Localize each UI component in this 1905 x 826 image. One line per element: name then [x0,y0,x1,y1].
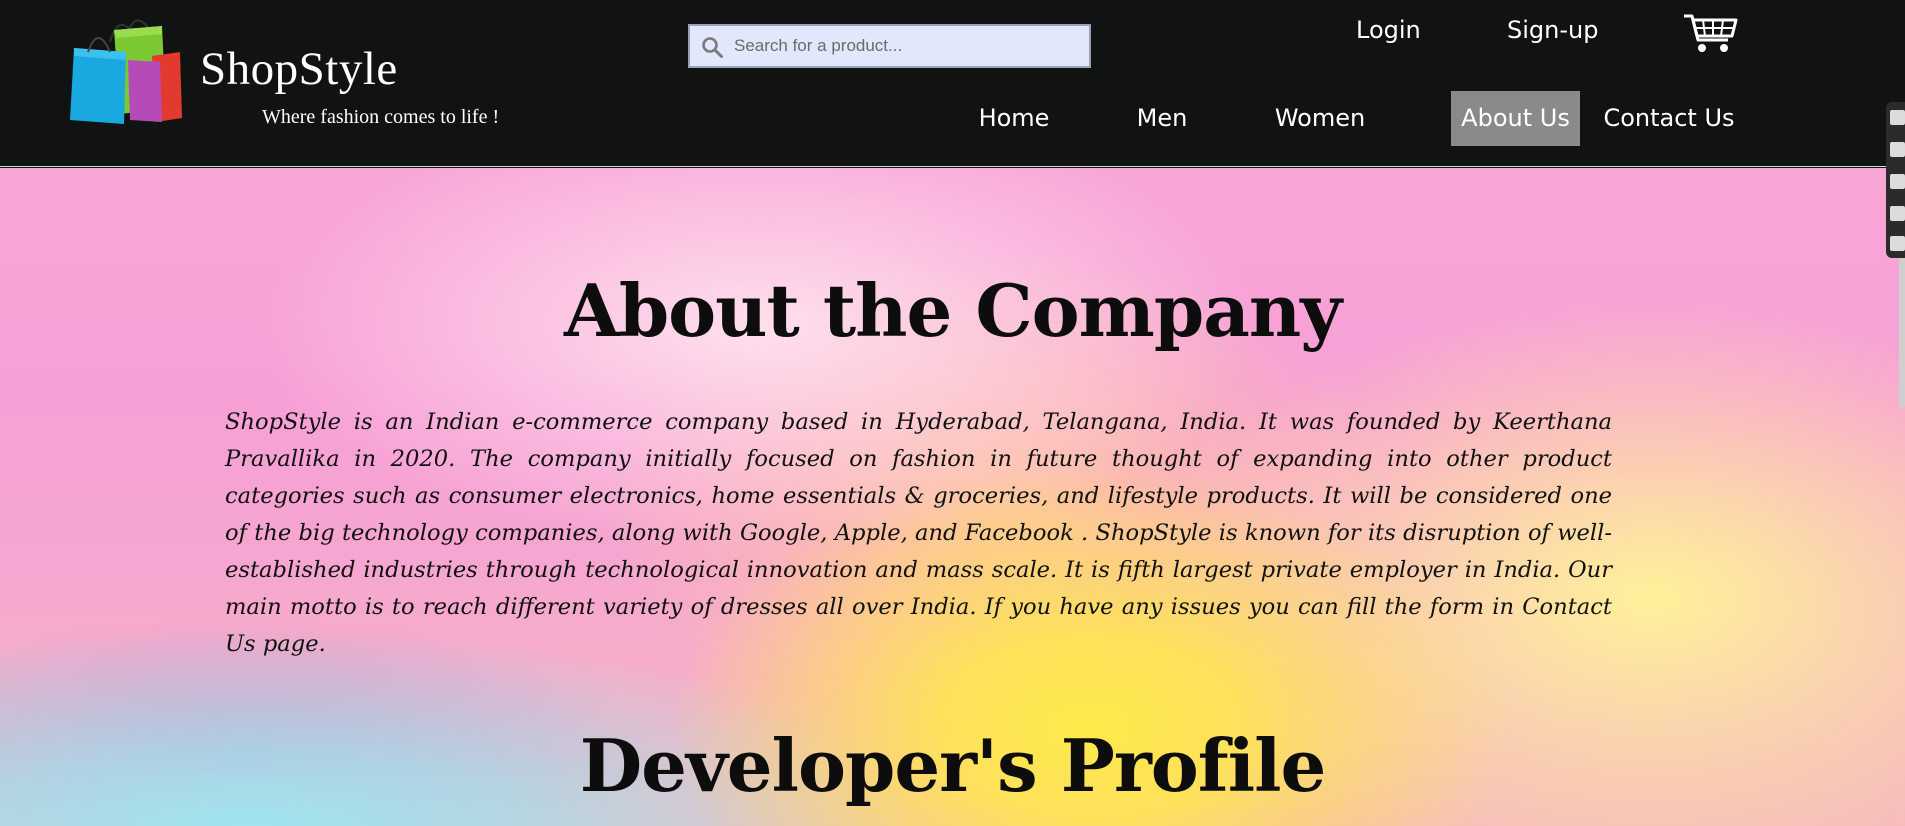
brand-name[interactable]: ShopStyle [200,42,398,96]
nav-home[interactable]: Home [972,91,1056,146]
login-link[interactable]: Login [1356,16,1421,44]
pin-icon[interactable] [1890,110,1905,125]
brand-tagline: Where fashion comes to life ! [262,106,500,128]
cart-icon[interactable] [1682,12,1738,54]
side-toolbar [1886,102,1905,258]
main-content: About the Company ShopStyle is an Indian… [0,168,1905,826]
gear-icon[interactable] [1890,236,1905,251]
search-icon[interactable] [700,35,724,59]
camera-icon[interactable] [1890,142,1905,157]
nav-about-us[interactable]: About Us [1451,91,1580,146]
about-heading: About the Company [563,268,1342,353]
nav-contact-us[interactable]: Contact Us [1600,91,1738,146]
shopping-bags-icon[interactable] [70,12,185,124]
nav-women[interactable]: Women [1270,91,1370,146]
nav-men[interactable]: Men [1130,91,1194,146]
window-icon[interactable] [1890,174,1905,189]
copy-icon[interactable] [1890,206,1905,221]
developer-heading: Developer's Profile [579,723,1327,808]
site-header: ShopStyle Where fashion comes to life ! … [0,0,1905,167]
search-input[interactable] [734,26,1084,66]
signup-link[interactable]: Sign-up [1507,16,1598,44]
search-box[interactable] [688,24,1091,68]
about-paragraph: ShopStyle is an Indian e-commerce compan… [225,409,1612,657]
